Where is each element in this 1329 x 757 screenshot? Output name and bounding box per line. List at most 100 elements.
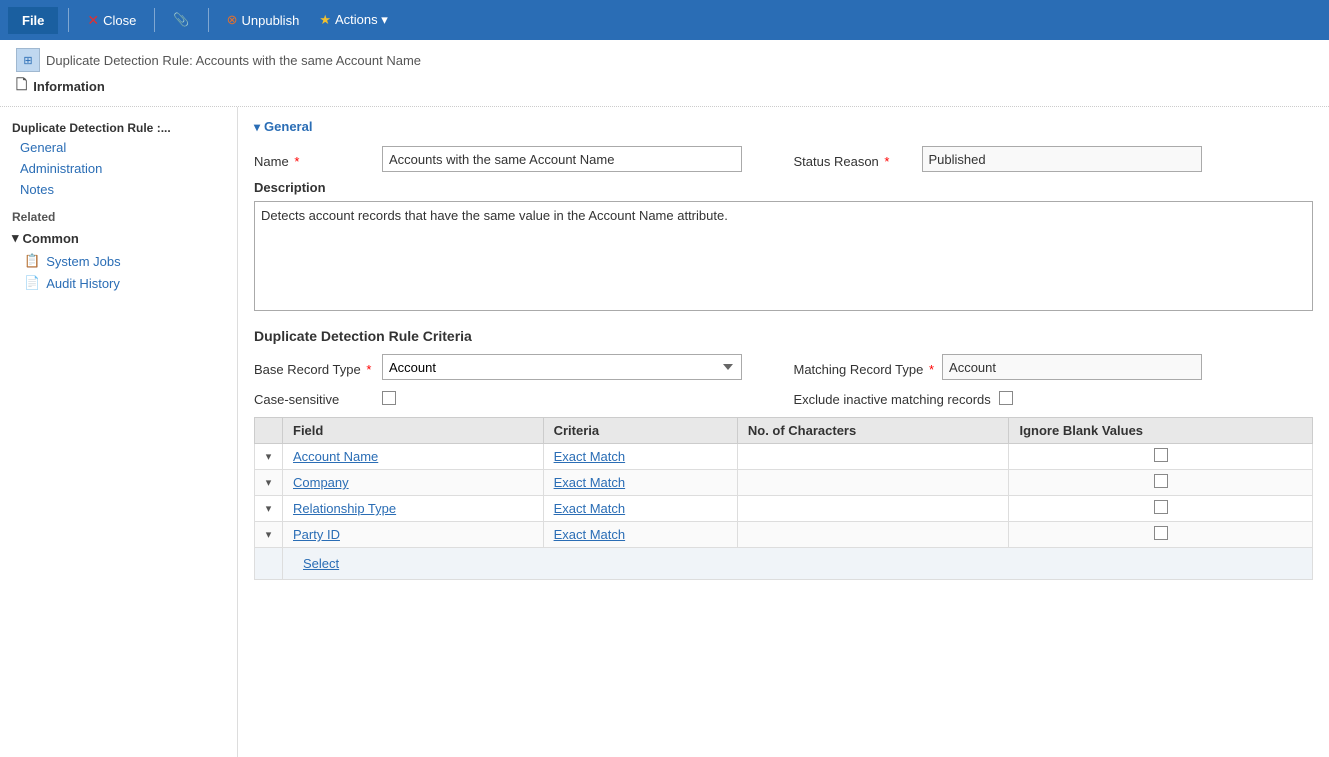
row-criteria[interactable]: Exact Match [543, 522, 737, 548]
criteria-table: Field Criteria No. of Characters Ignore … [254, 417, 1313, 580]
table-row: ▾ Company Exact Match [255, 470, 1313, 496]
col-expand [255, 418, 283, 444]
table-row: ▾ Relationship Type Exact Match [255, 496, 1313, 522]
row-ignore-blank[interactable] [1009, 496, 1313, 522]
page-title: 🗋 Information [16, 74, 1313, 106]
status-reason-input [922, 146, 1202, 172]
case-sensitive-field: Case-sensitive [254, 388, 774, 407]
attachment-icon: 📎 [173, 12, 189, 28]
close-icon: ✕ [87, 12, 99, 29]
exclude-inactive-label: Exclude inactive matching records [794, 388, 991, 407]
breadcrumb: ⊞ Duplicate Detection Rule: Accounts wit… [16, 48, 1313, 72]
system-jobs-icon: 📋 [24, 253, 40, 269]
row-num-chars [737, 496, 1009, 522]
audit-history-icon: 📄 [24, 275, 40, 291]
toolbar: File ✕ Close 📎 ⊗ Unpublish ★ Actions ▾ [0, 0, 1329, 40]
col-field: Field [283, 418, 544, 444]
criteria-title: Duplicate Detection Rule Criteria [254, 328, 1313, 344]
matching-record-label: Matching Record Type * [794, 358, 935, 377]
row-num-chars [737, 470, 1009, 496]
matching-required: * [929, 362, 934, 377]
base-required: * [366, 362, 371, 377]
file-button[interactable]: File [8, 7, 58, 34]
criteria-table-header: Field Criteria No. of Characters Ignore … [255, 418, 1313, 444]
col-num-chars: No. of Characters [737, 418, 1009, 444]
case-sensitive-label: Case-sensitive [254, 388, 374, 407]
close-button[interactable]: ✕ Close [79, 8, 144, 33]
attachment-button[interactable]: 📎 [165, 8, 197, 32]
separator-1 [68, 8, 69, 32]
row-expand[interactable]: ▾ [255, 470, 283, 496]
base-record-select[interactable]: Account [382, 354, 742, 380]
record-type-row: Base Record Type * Account Matching Reco… [254, 354, 1313, 380]
exclude-inactive-checkbox[interactable] [999, 391, 1013, 405]
row-criteria[interactable]: Exact Match [543, 496, 737, 522]
description-section: Description Detects account records that… [254, 180, 1313, 314]
checkbox-row: Case-sensitive Exclude inactive matching… [254, 388, 1313, 407]
common-collapse-icon: ▾ [12, 230, 19, 246]
row-field[interactable]: Account Name [283, 444, 544, 470]
col-criteria: Criteria [543, 418, 737, 444]
sidebar-item-audit-history[interactable]: 📄 Audit History [0, 272, 237, 294]
select-link-cell: Select [283, 548, 1313, 580]
status-col: Status Reason * [774, 146, 1314, 172]
col-ignore-blank: Ignore Blank Values [1009, 418, 1313, 444]
row-num-chars [737, 522, 1009, 548]
page-title-icon: 🗋 [16, 74, 27, 98]
base-record-label: Base Record Type * [254, 358, 374, 377]
select-link[interactable]: Select [293, 552, 349, 575]
row-ignore-blank[interactable] [1009, 522, 1313, 548]
matching-record-col: Matching Record Type * [774, 354, 1314, 380]
content-area: ▾ General Name * Status Reason * [238, 107, 1329, 757]
breadcrumb-icon: ⊞ [16, 48, 40, 72]
status-reason-label: Status Reason * [794, 150, 914, 169]
select-row: Select [255, 548, 1313, 580]
description-label: Description [254, 180, 1313, 195]
row-expand[interactable]: ▾ [255, 496, 283, 522]
row-criteria[interactable]: Exact Match [543, 444, 737, 470]
status-required: * [884, 154, 889, 169]
name-status-row: Name * Status Reason * [254, 146, 1313, 172]
sidebar-related-title: Related [0, 200, 237, 226]
separator-3 [208, 8, 209, 32]
name-col: Name * [254, 146, 774, 172]
general-collapse-icon: ▾ [254, 120, 260, 134]
row-field[interactable]: Company [283, 470, 544, 496]
actions-label: Actions ▾ [335, 12, 388, 28]
row-field[interactable]: Party ID [283, 522, 544, 548]
table-row: ▾ Account Name Exact Match [255, 444, 1313, 470]
actions-icon: ★ [319, 12, 331, 28]
row-expand[interactable]: ▾ [255, 522, 283, 548]
base-record-field: Base Record Type * Account [254, 354, 774, 380]
general-section-header: ▾ General [254, 119, 1313, 134]
actions-button[interactable]: ★ Actions ▾ [311, 8, 395, 32]
sidebar-nav-title: Duplicate Detection Rule :... [0, 115, 237, 137]
name-input[interactable] [382, 146, 742, 172]
row-ignore-blank[interactable] [1009, 444, 1313, 470]
row-criteria[interactable]: Exact Match [543, 470, 737, 496]
close-label: Close [103, 13, 136, 28]
sidebar-item-general[interactable]: General [0, 137, 237, 158]
base-record-col: Base Record Type * Account [254, 354, 774, 380]
sidebar-common-title[interactable]: ▾ Common [0, 226, 237, 250]
matching-record-input [942, 354, 1202, 380]
sidebar: Duplicate Detection Rule :... General Ad… [0, 107, 238, 757]
case-sensitive-col: Case-sensitive [254, 388, 774, 407]
sidebar-item-system-jobs[interactable]: 📋 System Jobs [0, 250, 237, 272]
unpublish-label: Unpublish [241, 13, 299, 28]
sidebar-item-administration[interactable]: Administration [0, 158, 237, 179]
row-ignore-blank[interactable] [1009, 470, 1313, 496]
row-expand[interactable]: ▾ [255, 444, 283, 470]
case-sensitive-checkbox[interactable] [382, 391, 396, 405]
exclude-inactive-col: Exclude inactive matching records [774, 388, 1314, 407]
description-textarea[interactable]: Detects account records that have the sa… [254, 201, 1313, 311]
sidebar-item-notes[interactable]: Notes [0, 179, 237, 200]
unpublish-button[interactable]: ⊗ Unpublish [219, 8, 308, 32]
table-row: ▾ Party ID Exact Match [255, 522, 1313, 548]
row-field[interactable]: Relationship Type [283, 496, 544, 522]
record-header: ⊞ Duplicate Detection Rule: Accounts wit… [0, 40, 1329, 107]
unpublish-icon: ⊗ [227, 12, 238, 28]
row-num-chars [737, 444, 1009, 470]
separator-2 [154, 8, 155, 32]
name-required: * [294, 154, 299, 169]
